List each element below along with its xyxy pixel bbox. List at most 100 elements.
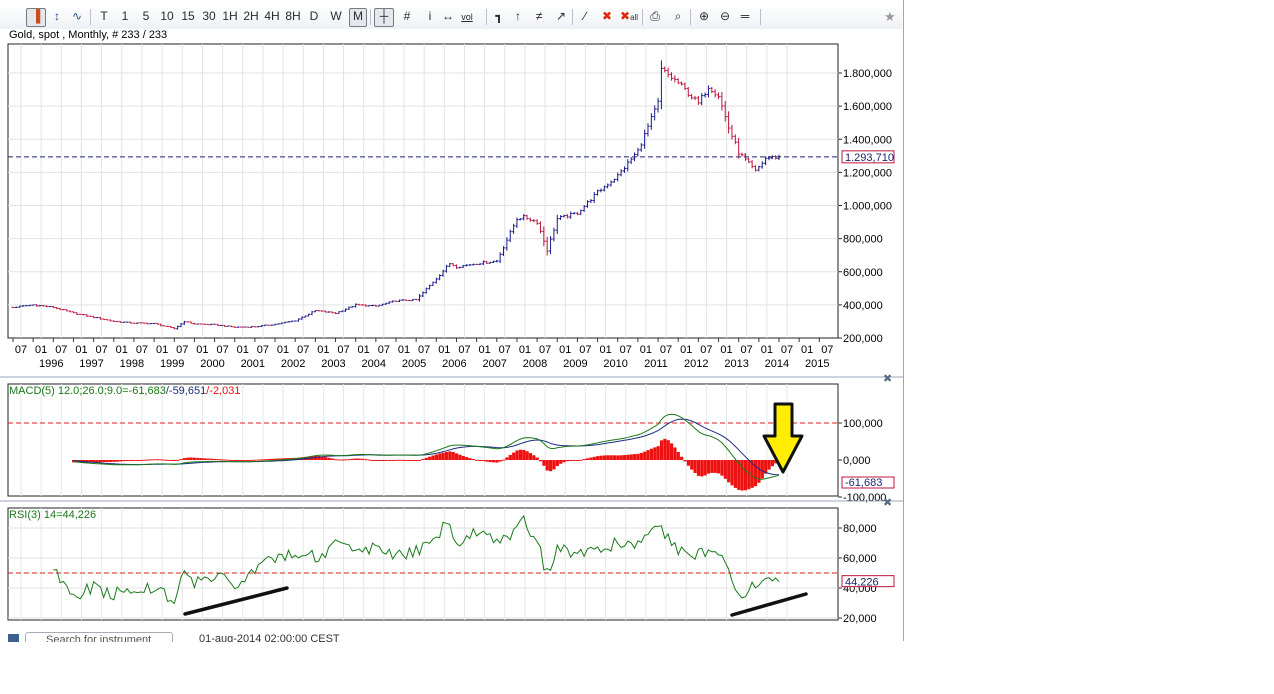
macd-histogram-bar: [337, 459, 341, 461]
macd-histogram-bar: [219, 459, 223, 461]
x-month-label: 01: [599, 344, 611, 356]
macd-histogram-bar: [767, 460, 771, 470]
x-year-label: 2012: [684, 358, 708, 370]
macd-histogram-bar: [596, 456, 600, 460]
timeframe-button-1[interactable]: 1: [120, 8, 130, 25]
macd-histogram-bar: [589, 457, 593, 460]
delete-icon[interactable]: ✖: [598, 8, 616, 25]
macd-histogram-bar: [663, 438, 667, 460]
info-icon[interactable]: i: [421, 8, 439, 25]
macd-histogram-bar: [360, 458, 365, 460]
timeframe-button-8h[interactable]: 8H: [284, 8, 302, 25]
x-year-label: 2010: [603, 358, 627, 370]
macd-histogram-bar: [703, 460, 707, 476]
print-preview-icon[interactable]: ⌕: [669, 8, 687, 25]
bar-chart-icon[interactable]: ↕: [50, 8, 64, 25]
macd-histogram-bar: [112, 460, 116, 462]
macd-histogram-bar: [552, 460, 556, 470]
macd-label: MACD(5) 12.0;26.0;9.0=-61,683/-59,651/-2…: [9, 385, 240, 397]
macd-histogram-bar: [196, 457, 200, 460]
macd-histogram-bar: [209, 458, 213, 460]
macd-histogram-bar: [491, 460, 496, 463]
macd-histogram-bar: [616, 455, 620, 460]
x-month-label: 07: [700, 344, 712, 356]
macd-histogram-bar: [179, 459, 183, 461]
macd-histogram-bar: [532, 455, 536, 460]
grid-icon[interactable]: #: [398, 8, 416, 25]
crosshair-icon[interactable]: ┼: [374, 8, 394, 27]
timeframe-button-w[interactable]: W: [329, 8, 343, 25]
horizontal-arrows-icon[interactable]: ↔: [439, 8, 457, 25]
macd-histogram-bar: [132, 460, 136, 461]
x-month-label: 07: [216, 344, 228, 356]
macd-histogram-bar: [229, 459, 234, 461]
pin-icon[interactable]: ★: [884, 9, 896, 25]
macd-histogram-bar: [330, 458, 334, 460]
rsi-chart: ✖80,00060,00040,00020,000RSI(3) 14=44,22…: [0, 498, 903, 625]
toolbar-separator: [690, 9, 691, 25]
rsi-close-icon[interactable]: ✖: [883, 498, 892, 509]
y-tick-label: 1.000,000: [843, 201, 892, 213]
x-year-label: 2001: [241, 358, 265, 370]
macd-histogram-bar: [713, 460, 717, 473]
macd-histogram-bar: [622, 455, 627, 460]
timeframe-button-4h[interactable]: 4H: [263, 8, 281, 25]
macd-histogram-bar: [669, 443, 674, 460]
macd-histogram-bar: [327, 457, 331, 460]
macd-histogram-bar: [528, 453, 533, 460]
volume-icon[interactable]: vol: [458, 8, 476, 25]
timeframe-button-30[interactable]: 30: [200, 8, 218, 25]
macd-histogram-bar: [246, 459, 250, 461]
macd-histogram-bar: [226, 459, 230, 461]
arrow-tool-icon[interactable]: ↗: [552, 8, 570, 25]
x-month-label: 07: [741, 344, 753, 356]
y-tick-label: 800,000: [843, 234, 883, 246]
timeframe-button-d[interactable]: D: [307, 8, 321, 25]
zoom-in-icon[interactable]: ⊕: [695, 8, 713, 25]
x-month-label: 01: [479, 344, 491, 356]
fit-icon[interactable]: ═: [736, 8, 754, 25]
trend-icon[interactable]: ↑: [509, 8, 527, 25]
x-year-label: 1997: [79, 358, 103, 370]
macd-histogram-bar: [515, 450, 519, 460]
draw-line-icon[interactable]: ┓: [490, 8, 508, 25]
search-input[interactable]: Search for instrument: [25, 632, 173, 642]
macd-histogram-bar: [186, 457, 190, 460]
timeframe-button-m[interactable]: M: [349, 8, 367, 27]
zoom-out-icon[interactable]: ⊖: [716, 8, 734, 25]
macd-histogram-bar: [122, 460, 126, 462]
toolbar-separator: [370, 9, 371, 25]
x-month-label: 07: [176, 344, 188, 356]
delete-all-icon[interactable]: ✖all: [620, 8, 638, 25]
macd-close-icon[interactable]: ✖: [883, 374, 892, 385]
macd-histogram-bar: [236, 460, 240, 461]
parallel-lines-icon[interactable]: ∕: [576, 8, 594, 25]
x-month-label: 01: [761, 344, 773, 356]
timeframe-button-5[interactable]: 5: [141, 8, 151, 25]
x-year-label: 2002: [281, 358, 305, 370]
macd-histogram-bar: [166, 459, 170, 461]
volume-label: vol: [461, 12, 473, 22]
line-chart-icon[interactable]: ∿: [68, 8, 86, 25]
chart-toolbar: ▐ ↕ ∿ T 1 5 10 15 30 1H 2H 4H 8H D W M ┼ # i ↔ vol ┓ ↑ ≠ ↗ ∕ ✖ ✖all…: [0, 5, 902, 29]
macd-histogram-bar: [612, 455, 617, 460]
macd-histogram-bar: [582, 459, 586, 461]
macd-histogram-bar: [602, 455, 606, 460]
timeframe-button-2h[interactable]: 2H: [242, 8, 260, 25]
timeframe-button-1h[interactable]: 1H: [221, 8, 239, 25]
timeframe-button-15[interactable]: 15: [179, 8, 197, 25]
macd-histogram-bar: [367, 459, 371, 461]
macd-histogram-bar: [340, 459, 344, 461]
macd-histogram-bar: [518, 449, 523, 460]
macd-histogram-bar: [256, 459, 260, 461]
print-icon[interactable]: ⎙: [646, 8, 664, 25]
timeframe-button-10[interactable]: 10: [158, 8, 176, 25]
macd-histogram-bar: [659, 440, 664, 460]
macd-histogram-bar: [149, 459, 153, 461]
fibonacci-icon[interactable]: ≠: [530, 8, 548, 25]
macd-histogram-bar: [502, 459, 506, 461]
macd-histogram-bar: [397, 459, 402, 461]
macd-histogram-bar: [676, 452, 680, 460]
timeframe-button-t[interactable]: T: [98, 8, 110, 25]
candlestick-chart-icon[interactable]: ▐: [26, 8, 46, 27]
